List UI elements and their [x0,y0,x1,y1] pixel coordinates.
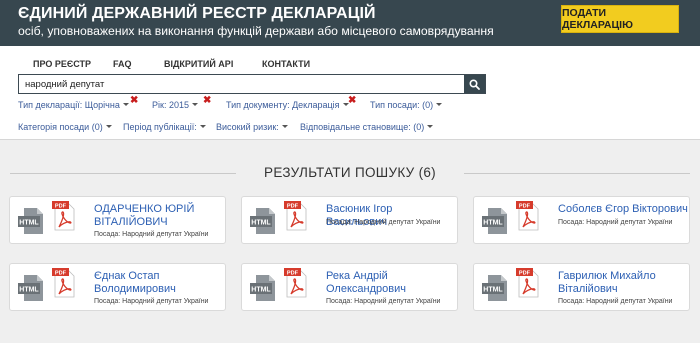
filter-position-type[interactable]: Тип посади: (0) [370,100,443,110]
pdf-icon-label: PDF [55,270,67,276]
filter-position-category[interactable]: Категорія посади (0) [18,122,112,132]
filter-declaration-type-label: Тип декларації: Щорічна [18,100,120,110]
pdf-icon-label: PDF [519,270,531,276]
html-icon-label: HTML [483,287,503,294]
filter-year[interactable]: Рік: 2015 [152,100,198,110]
nav-item-open-api[interactable]: ВІДКРИТИЙ API [164,59,233,69]
filter-responsible-position[interactable]: Відповідальне становище: (0) [300,122,434,132]
filter-declaration-type[interactable]: Тип декларації: Щорічна [18,100,129,110]
html-file-icon[interactable]: HTML [482,274,510,302]
html-icon-label: HTML [19,287,39,294]
chevron-down-icon [105,125,112,129]
html-icon-label: HTML [251,220,271,227]
result-card[interactable]: HTML PDF Васюник Ігор Васильович Посада:… [241,196,458,244]
filter-document-type-label: Тип документу: Декларація [226,100,340,110]
person-position: Посада: Народний депутат України [94,298,209,305]
chevron-down-icon [191,103,198,107]
nav-item-about[interactable]: ПРО РЕЄСТР [33,59,91,69]
html-file-icon[interactable]: HTML [482,207,510,235]
result-card[interactable]: HTML PDF Єднак Остап Володимирович Посад… [9,263,226,311]
person-name-link[interactable]: ОДАРЧЕНКО ЮРІЙ ВІТАЛІЙОВИЧ [94,203,224,228]
search-box [18,74,486,94]
pdf-file-icon[interactable]: PDF [284,201,308,231]
chevron-down-icon [436,103,443,107]
html-file-icon[interactable]: HTML [18,207,46,235]
remove-filter-document-type-icon[interactable]: ✖ [348,96,356,106]
pdf-icon-label: PDF [287,270,299,276]
person-position: Посада: Народний депутат України [558,219,673,226]
filter-year-label: Рік: 2015 [152,100,189,110]
person-position: Посада: Народний депутат України [94,231,209,238]
filter-position-type-label: Тип посади: (0) [370,100,434,110]
filter-high-risk[interactable]: Високий ризик: [216,122,288,132]
result-card[interactable]: HTML PDF Гаврилюк Михайло Віталійович По… [473,263,690,311]
nav-item-contacts[interactable]: КОНТАКТИ [262,59,310,69]
filter-publication-period-label: Період публікації: [123,122,197,132]
person-name-link[interactable]: Єднак Остап Володимирович [94,270,224,295]
person-name-link[interactable]: Соболєв Єгор Вікторович [558,203,688,216]
filter-responsible-position-label: Відповідальне становище: (0) [300,122,425,132]
filter-position-category-label: Категорія посади (0) [18,122,103,132]
filter-high-risk-label: Високий ризик: [216,122,279,132]
chevron-down-icon [122,103,129,107]
html-file-icon[interactable]: HTML [250,207,278,235]
filter-publication-period[interactable]: Період публікації: [123,122,206,132]
pdf-file-icon[interactable]: PDF [516,201,540,231]
site-title: ЄДИНИЙ ДЕРЖАВНИЙ РЕЄСТР ДЕКЛАРАЦІЙ [18,5,376,22]
person-name-link[interactable]: Река Андрій Олександрович [326,270,456,295]
search-icon [469,78,480,90]
chevron-down-icon [281,125,288,129]
submit-declaration-button[interactable]: ПОДАТИ ДЕКЛАРАЦІЮ [561,5,679,33]
person-position: Посада: Народний депутат України [326,219,441,226]
html-icon-label: HTML [251,287,271,294]
html-file-icon[interactable]: HTML [18,274,46,302]
pdf-file-icon[interactable]: PDF [284,268,308,298]
site-header: ЄДИНИЙ ДЕРЖАВНИЙ РЕЄСТР ДЕКЛАРАЦІЙ осіб,… [0,0,700,46]
search-panel: ПРО РЕЄСТР FAQ ВІДКРИТИЙ API КОНТАКТИ Ти… [0,46,700,140]
chevron-down-icon [427,125,434,129]
pdf-icon-label: PDF [519,203,531,209]
html-icon-label: HTML [483,220,503,227]
result-card[interactable]: HTML PDF Соболєв Єгор Вікторович Посада:… [473,196,690,244]
search-input[interactable] [19,75,465,93]
person-position: Посада: Народний депутат України [326,298,441,305]
site-subtitle: осіб, уповноважених на виконання функцій… [18,24,494,38]
search-button[interactable] [464,75,485,93]
divider [464,173,690,174]
filter-document-type[interactable]: Тип документу: Декларація [226,100,349,110]
remove-filter-declaration-type-icon[interactable]: ✖ [130,96,138,106]
pdf-icon-label: PDF [287,203,299,209]
result-card[interactable]: HTML PDF Река Андрій Олександрович Посад… [241,263,458,311]
html-file-icon[interactable]: HTML [250,274,278,302]
person-position: Посада: Народний депутат України [558,298,673,305]
pdf-icon-label: PDF [55,203,67,209]
pdf-file-icon[interactable]: PDF [52,201,76,231]
pdf-file-icon[interactable]: PDF [516,268,540,298]
remove-filter-year-icon[interactable]: ✖ [203,96,211,106]
person-name-link[interactable]: Гаврилюк Михайло Віталійович [558,270,688,295]
pdf-file-icon[interactable]: PDF [52,268,76,298]
chevron-down-icon [199,125,206,129]
html-icon-label: HTML [19,220,39,227]
nav-item-faq[interactable]: FAQ [113,59,132,69]
result-card[interactable]: HTML PDF ОДАРЧЕНКО ЮРІЙ ВІТАЛІЙОВИЧ Поса… [9,196,226,244]
